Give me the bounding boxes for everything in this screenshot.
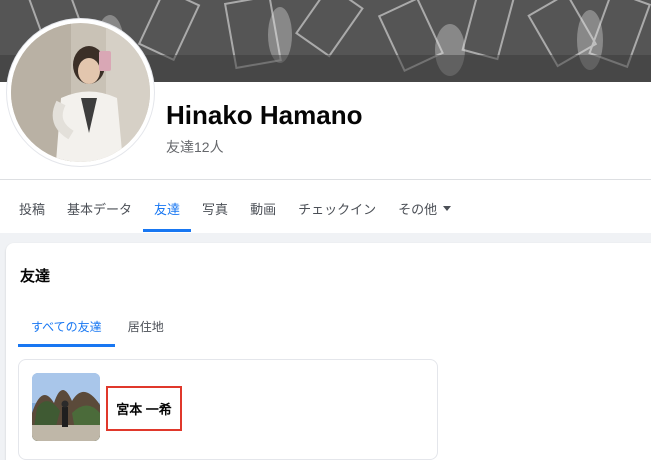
tab-photos[interactable]: 写真 bbox=[191, 183, 239, 233]
tab-videos[interactable]: 動画 bbox=[239, 183, 287, 233]
caret-down-icon bbox=[443, 205, 452, 211]
profile-name: Hinako Hamano bbox=[166, 100, 363, 130]
profile-page: Hinako Hamano 友達12人 投稿 基本データ 友達 写真 動画 チェ… bbox=[0, 0, 651, 460]
friend-name[interactable]: 宮本 一希 bbox=[116, 399, 172, 418]
profile-avatar[interactable] bbox=[7, 19, 154, 166]
friends-section-title: 友達 bbox=[20, 268, 51, 285]
friends-section: 友達 すべての友達 居住地 宮本 一希 bbox=[6, 243, 651, 460]
profile-tabs: 投稿 基本データ 友達 写真 動画 チェックイン その他 bbox=[8, 183, 462, 233]
tab-about[interactable]: 基本データ bbox=[56, 183, 143, 233]
subtab-residence[interactable]: 居住地 bbox=[115, 305, 177, 347]
tab-friends[interactable]: 友達 bbox=[143, 183, 192, 233]
subtab-all-friends[interactable]: すべての友達 bbox=[18, 305, 115, 347]
header-divider bbox=[0, 179, 651, 180]
friend-count[interactable]: 友達12人 bbox=[166, 137, 224, 157]
tab-more[interactable]: その他 bbox=[387, 183, 462, 233]
tab-checkins[interactable]: チェックイン bbox=[287, 183, 387, 233]
friend-name-highlight: 宮本 一希 bbox=[106, 386, 182, 431]
friends-subtabs: すべての友達 居住地 bbox=[18, 305, 177, 347]
friend-list-item: 宮本 一希 bbox=[18, 359, 438, 460]
tab-posts[interactable]: 投稿 bbox=[8, 183, 56, 233]
tab-more-label: その他 bbox=[398, 201, 438, 217]
avatar-photo bbox=[11, 23, 150, 162]
friend-avatar[interactable] bbox=[32, 373, 100, 441]
